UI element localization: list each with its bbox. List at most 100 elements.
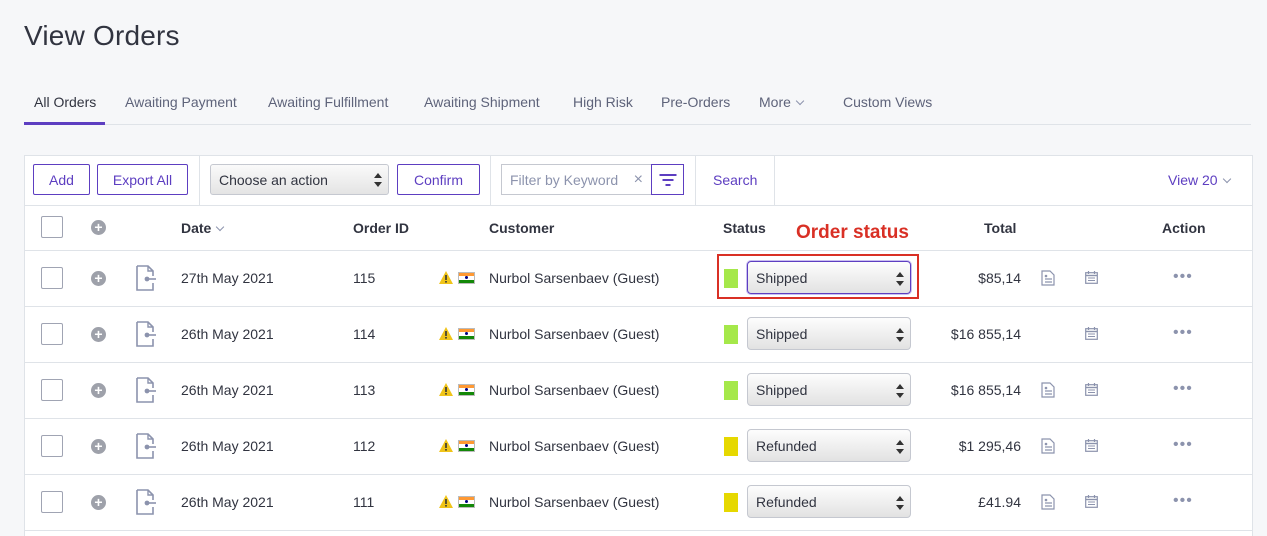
expand-row-icon[interactable]: + <box>91 271 106 286</box>
order-details-icon[interactable] <box>135 433 157 459</box>
orders-panel: Add Export All Choose an action Confirm … <box>24 155 1253 536</box>
order-tabs: All Orders Awaiting Payment Awaiting Ful… <box>24 88 1251 125</box>
table-row: +26th May 2021 113 Nurbol Sarsenbaev (Gues… <box>25 362 1252 419</box>
india-flag-icon <box>458 496 475 508</box>
status-color-swatch <box>724 437 738 456</box>
order-total: $16 855,14 <box>950 382 1021 398</box>
tab-high-risk[interactable]: High Risk <box>573 94 633 110</box>
table-row: +26th May 2021 114 Nurbol Sarsenbaev (Gues… <box>25 306 1252 363</box>
date-column-header[interactable]: Date <box>181 220 225 236</box>
status-select[interactable]: Shipped <box>747 317 911 350</box>
customer-name[interactable]: Nurbol Sarsenbaev (Guest) <box>489 270 659 286</box>
status-select[interactable]: Shipped <box>747 373 911 406</box>
more-actions-icon[interactable]: ••• <box>1173 436 1193 454</box>
tab-custom-views[interactable]: Custom Views <box>843 94 932 110</box>
expand-row-icon[interactable]: + <box>91 327 106 342</box>
toolbar-divider <box>199 156 200 205</box>
calendar-icon[interactable] <box>1085 439 1098 452</box>
order-details-icon[interactable] <box>135 265 157 291</box>
tab-all-orders[interactable]: All Orders <box>34 94 96 110</box>
clear-icon[interactable]: × <box>634 171 643 189</box>
row-select-checkbox[interactable] <box>41 323 63 345</box>
active-tab-indicator <box>24 122 105 125</box>
order-date: 27th May 2021 <box>181 270 274 286</box>
calendar-icon[interactable] <box>1085 271 1098 284</box>
warning-icon <box>439 439 453 452</box>
order-id[interactable]: 115 <box>353 270 375 286</box>
confirm-button[interactable]: Confirm <box>397 164 480 195</box>
expand-all-icon[interactable]: + <box>91 220 106 235</box>
order-date: 26th May 2021 <box>181 494 274 510</box>
warning-icon <box>439 383 453 396</box>
tab-more-label: More <box>759 94 791 110</box>
calendar-icon[interactable] <box>1085 327 1098 340</box>
action-column-header: Action <box>1162 220 1206 236</box>
view-count-select[interactable]: View 20 <box>1168 172 1231 188</box>
status-select[interactable]: Refunded <box>747 429 911 462</box>
status-value: Shipped <box>756 325 808 342</box>
status-color-swatch <box>724 493 738 512</box>
order-id[interactable]: 113 <box>353 382 375 398</box>
order-total: $1 295,46 <box>958 438 1021 454</box>
more-actions-icon[interactable]: ••• <box>1173 492 1193 510</box>
order-details-icon[interactable] <box>135 377 157 403</box>
select-all-checkbox[interactable] <box>41 216 63 238</box>
expand-row-icon[interactable]: + <box>91 495 106 510</box>
tab-more[interactable]: More <box>759 94 805 110</box>
order-details-icon[interactable] <box>135 321 157 347</box>
print-invoice-icon[interactable] <box>1041 382 1055 398</box>
tab-awaiting-shipment[interactable]: Awaiting Shipment <box>424 94 540 110</box>
keyword-filter-input[interactable]: Filter by Keyword × <box>501 164 651 195</box>
order-id[interactable]: 112 <box>353 438 375 454</box>
tab-awaiting-payment[interactable]: Awaiting Payment <box>125 94 237 110</box>
order-date: 26th May 2021 <box>181 438 274 454</box>
filter-icon <box>659 174 676 176</box>
print-invoice-icon[interactable] <box>1041 270 1055 286</box>
bulk-action-select[interactable]: Choose an action <box>210 164 389 195</box>
search-button[interactable]: Search <box>713 172 757 188</box>
calendar-icon[interactable] <box>1085 495 1098 508</box>
india-flag-icon <box>458 384 475 396</box>
row-select-checkbox[interactable] <box>41 267 63 289</box>
customer-name[interactable]: Nurbol Sarsenbaev (Guest) <box>489 494 659 510</box>
warning-icon <box>439 271 453 284</box>
order-total: $16 855,14 <box>950 326 1021 342</box>
table-row: +26th May 2021 111 Nurbol Sarsenbaev (Gues… <box>25 474 1252 531</box>
print-invoice-icon[interactable] <box>1041 494 1055 510</box>
select-arrows-icon <box>374 173 382 187</box>
expand-row-icon[interactable]: + <box>91 383 106 398</box>
order-id[interactable]: 114 <box>353 326 375 342</box>
table-row: +27th May 2021 115 Nurbol Sarsenbaev (Gues… <box>25 250 1252 307</box>
orders-toolbar: Add Export All Choose an action Confirm … <box>25 156 1252 206</box>
customer-name[interactable]: Nurbol Sarsenbaev (Guest) <box>489 438 659 454</box>
keyword-filter-placeholder: Filter by Keyword <box>510 171 619 188</box>
customer-name[interactable]: Nurbol Sarsenbaev (Guest) <box>489 326 659 342</box>
row-select-checkbox[interactable] <box>41 491 63 513</box>
tab-pre-orders[interactable]: Pre-Orders <box>661 94 730 110</box>
calendar-icon[interactable] <box>1085 383 1098 396</box>
row-select-checkbox[interactable] <box>41 379 63 401</box>
filter-button[interactable] <box>651 164 684 195</box>
toolbar-divider <box>490 156 491 205</box>
order-details-icon[interactable] <box>135 489 157 515</box>
order-id[interactable]: 111 <box>353 494 374 510</box>
warning-icon <box>439 327 453 340</box>
select-arrows-icon <box>896 384 904 398</box>
tab-awaiting-fulfillment[interactable]: Awaiting Fulfillment <box>268 94 388 110</box>
page-title: View Orders <box>24 20 180 51</box>
total-column-header: Total <box>984 220 1017 236</box>
more-actions-icon[interactable]: ••• <box>1173 380 1193 398</box>
status-select[interactable]: Refunded <box>747 485 911 518</box>
bulk-action-value: Choose an action <box>219 171 328 188</box>
row-select-checkbox[interactable] <box>41 435 63 457</box>
add-button[interactable]: Add <box>33 164 90 195</box>
filter-icon-line <box>665 184 670 186</box>
more-actions-icon[interactable]: ••• <box>1173 324 1193 342</box>
order-status-annotation: Order status <box>796 222 909 243</box>
export-all-button[interactable]: Export All <box>97 164 188 195</box>
expand-row-icon[interactable]: + <box>91 439 106 454</box>
print-invoice-icon[interactable] <box>1041 438 1055 454</box>
more-actions-icon[interactable]: ••• <box>1173 268 1193 286</box>
order-id-column-header: Order ID <box>353 220 410 236</box>
customer-name[interactable]: Nurbol Sarsenbaev (Guest) <box>489 382 659 398</box>
